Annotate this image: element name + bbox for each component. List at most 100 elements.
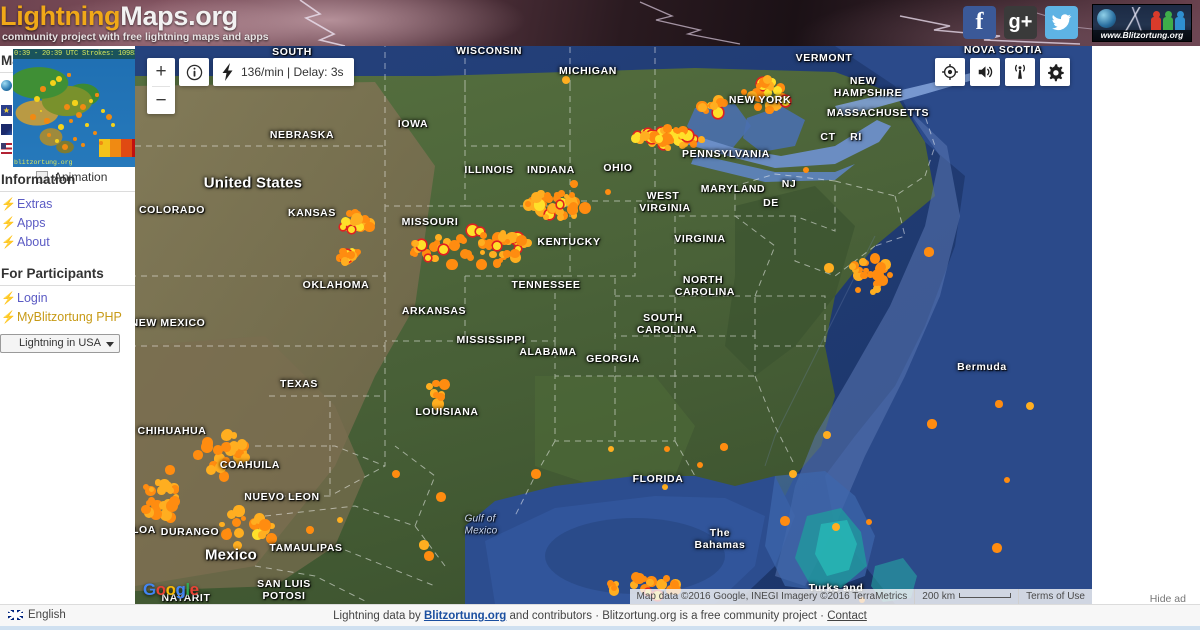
google-logo[interactable]: Google	[143, 580, 199, 600]
ad-url-text: www.Blitzortung.org	[1093, 30, 1191, 41]
antenna-icon	[1014, 64, 1026, 79]
site-footer: English Lightning data by Blitzortung.or…	[0, 604, 1200, 626]
lightning-thumbnail-map[interactable]: 0:39 - 20:39 UTC Strokes: 10983 blitzort…	[13, 49, 135, 167]
map-scale-label: 200 km	[922, 591, 956, 602]
strike-rate-badge[interactable]: 136/min | Delay: 3s	[213, 58, 354, 86]
scale-swatch	[110, 139, 121, 157]
info-icon	[186, 64, 202, 80]
zoom-control[interactable]: + −	[147, 58, 175, 114]
google-plus-glyph: g+	[1008, 11, 1033, 33]
thumbnail-strike-dot	[50, 80, 56, 86]
map-type-select-value: Lightning in USA	[19, 337, 101, 349]
facebook-icon[interactable]: f	[963, 6, 996, 39]
sidebar-item-label: Extras	[17, 197, 53, 211]
thumbnail-strike-dot	[73, 137, 77, 141]
settings-button[interactable]	[1040, 58, 1070, 86]
footer-text-mid: and contributors · Blitzortung.org is a …	[506, 610, 828, 622]
sound-button[interactable]	[970, 58, 1000, 86]
zoom-out-button[interactable]: −	[147, 87, 175, 115]
thumbnail-strike-dot	[64, 104, 70, 110]
map-data-attribution: Map data ©2016 Google, INEGI Imagery ©20…	[636, 591, 908, 602]
lightning-streak-icon	[1119, 7, 1149, 31]
twitter-bird-glyph	[1051, 14, 1071, 31]
map-type-select[interactable]: Lightning in USA	[0, 334, 120, 353]
google-logo-char: o	[155, 580, 166, 599]
sidebar-item-extras[interactable]: ⚡ Extras	[0, 195, 135, 214]
thumbnail-strike-dot	[40, 86, 46, 92]
station-button[interactable]	[1005, 58, 1035, 86]
zoom-in-button[interactable]: +	[147, 58, 175, 86]
oceania-flag-icon	[1, 124, 12, 135]
gear-icon	[1047, 63, 1064, 81]
terms-of-use-link[interactable]: Terms of Use	[1018, 589, 1092, 604]
sidebar-item-label: Login	[17, 291, 48, 305]
sidebar-section-participants: For Participants	[0, 259, 135, 286]
crosshair-icon	[942, 64, 958, 80]
footer-credit-text: Lightning data by Blitzortung.org and co…	[0, 610, 1200, 622]
thumbnail-strike-dot	[76, 112, 82, 118]
thumbnail-credit: blitzortung.org	[14, 159, 73, 166]
bolt-icon: ⚡	[1, 216, 16, 230]
thumbnail-timestamp-strip: 0:39 - 20:39 UTC Strokes: 10983	[13, 49, 135, 59]
logo-tagline: community project with free lightning ma…	[2, 31, 269, 43]
map-attribution-bar: Map data ©2016 Google, INEGI Imagery ©20…	[629, 589, 1092, 604]
thumbnail-strike-dot	[69, 119, 73, 123]
sidebar-section-information: Information	[0, 165, 135, 192]
google-plus-icon[interactable]: g+	[1004, 6, 1037, 39]
thumbnail-strike-dot	[99, 141, 103, 145]
thumbnail-strike-dot	[58, 124, 64, 130]
sidebar-item-myblitzortung-php[interactable]: ⚡ MyBlitzortung PHP	[0, 308, 135, 327]
sidebar-item-label: About	[17, 235, 50, 249]
logo-part-lightning: Lightning	[0, 1, 121, 31]
info-button[interactable]	[179, 58, 209, 86]
site-header: LightningMaps.org community project with…	[0, 0, 1200, 46]
sidebar-item-label: MyBlitzortung PHP	[17, 310, 122, 324]
google-logo-char: e	[189, 580, 199, 599]
site-logo[interactable]: LightningMaps.org community project with…	[0, 1, 269, 43]
bolt-icon: ⚡	[1, 310, 16, 324]
thumbnail-strike-dot	[72, 100, 78, 106]
person-icon-green	[1163, 11, 1173, 31]
twitter-icon[interactable]	[1045, 6, 1078, 39]
blitzortung-ad-banner[interactable]: www.Blitzortung.org	[1092, 4, 1192, 42]
thumbnail-strike-dot	[81, 143, 85, 147]
contact-link[interactable]: Contact	[827, 610, 867, 622]
speaker-icon	[978, 66, 992, 78]
locate-button[interactable]	[935, 58, 965, 86]
sidebar-item-label: Apps	[17, 216, 46, 230]
usa-flag-icon	[1, 143, 12, 154]
sidebar-item-login[interactable]: ⚡ Login	[0, 289, 135, 308]
thumbnail-strike-dot	[95, 93, 99, 97]
map-scale: 200 km	[914, 589, 1018, 604]
scale-bar-icon	[959, 592, 1012, 598]
google-logo-char: g	[175, 580, 186, 599]
bottom-strip	[0, 626, 1200, 630]
sidebar: Maps and statistics Real Time Europe Oce…	[0, 46, 135, 604]
thumbnail-strike-dot	[44, 118, 50, 124]
person-icon-blue	[1175, 11, 1185, 31]
footer-text-before: Lightning data by	[333, 610, 424, 622]
sidebar-item-about[interactable]: ⚡ About	[0, 233, 135, 252]
lightning-bolt-icon	[222, 63, 233, 81]
scale-swatch	[121, 139, 132, 157]
map-satellite-background	[135, 46, 1092, 604]
google-logo-char: G	[143, 580, 156, 599]
thumbnail-strike-dot	[85, 123, 89, 127]
thumbnail-strike-dot	[80, 104, 86, 110]
europe-flag-icon	[1, 105, 12, 116]
blitzortung-link[interactable]: Blitzortung.org	[424, 610, 506, 622]
thumbnail-strike-dot	[67, 73, 71, 77]
google-logo-char: o	[165, 580, 176, 599]
globe-icon	[1097, 9, 1116, 28]
thumbnail-strike-dot	[56, 76, 62, 82]
facebook-glyph: f	[975, 9, 984, 35]
sidebar-item-apps[interactable]: ⚡ Apps	[0, 214, 135, 233]
bolt-icon: ⚡	[1, 291, 16, 305]
lightning-map[interactable]: SOUTH WISCONSIN VERMONT NOVA SCOTIA MICHIGAN…	[135, 46, 1092, 604]
logo-title: LightningMaps.org	[0, 1, 269, 31]
bolt-icon: ⚡	[1, 235, 16, 249]
logo-part-maps: Maps.org	[120, 1, 238, 31]
thumbnail-strike-dot	[30, 114, 36, 120]
person-icon-red	[1151, 11, 1161, 31]
bolt-icon: ⚡	[1, 197, 16, 211]
